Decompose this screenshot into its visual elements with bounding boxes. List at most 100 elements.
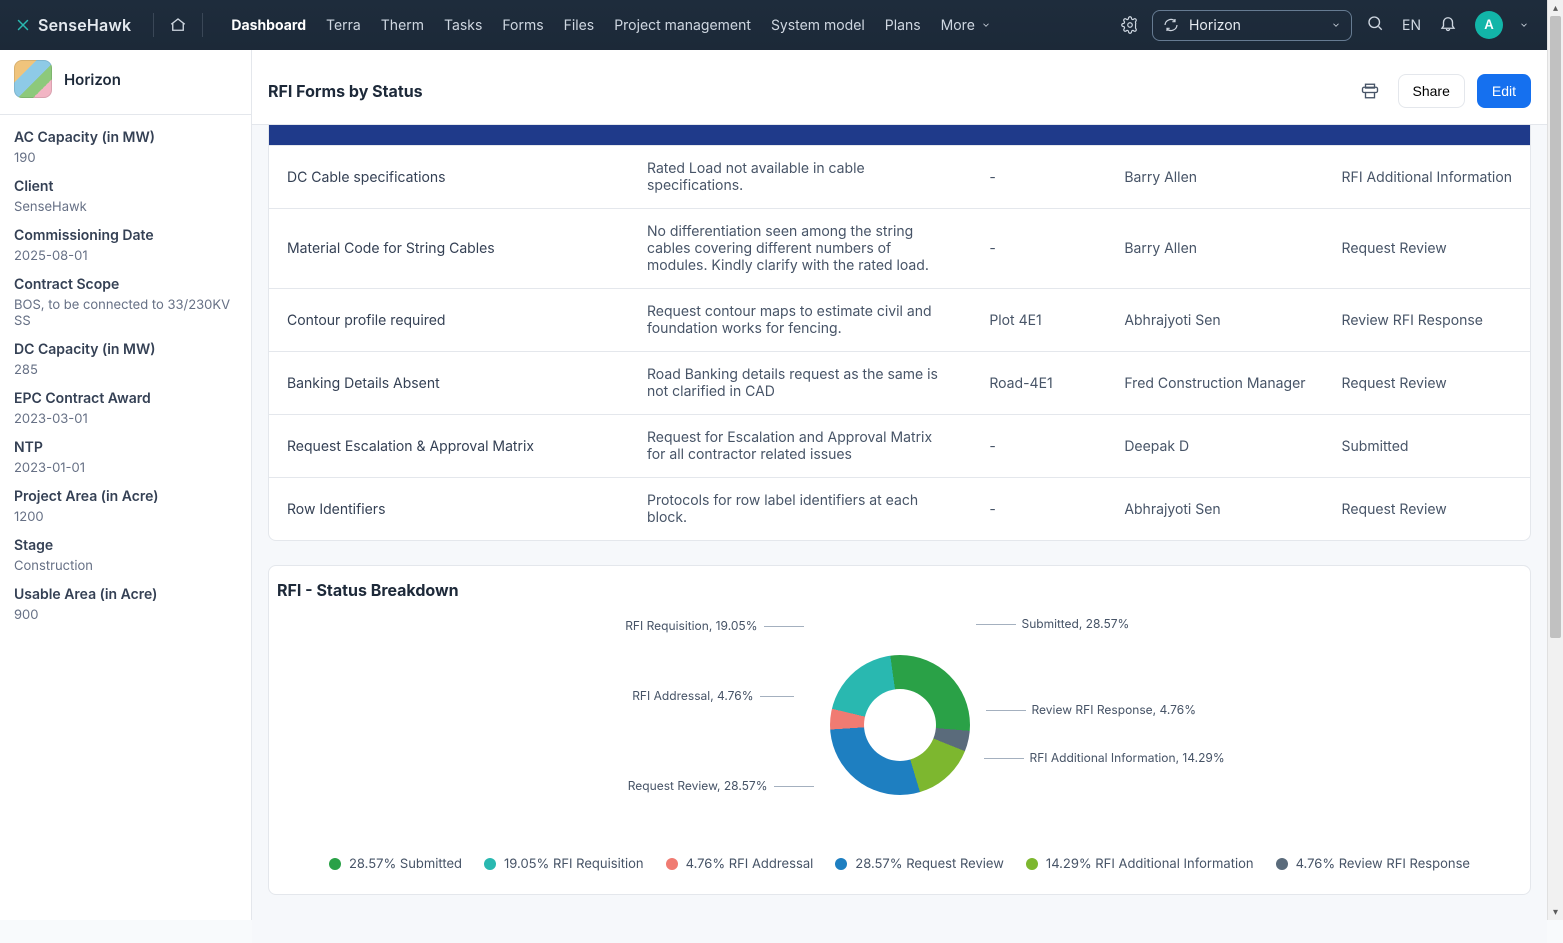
legend-swatch (1276, 858, 1288, 870)
cell-title: Request Escalation & Approval Matrix (269, 415, 629, 478)
nav-link-dashboard[interactable]: Dashboard (231, 17, 306, 34)
search-button[interactable] (1366, 14, 1384, 36)
settings-button[interactable] (1116, 16, 1144, 34)
gear-icon (1121, 16, 1139, 34)
nav-link-therm[interactable]: Therm (381, 17, 424, 34)
legend-item: 28.57% Request Review (835, 856, 1004, 872)
cell-assignee: Barry Allen (1106, 146, 1323, 209)
nav-links: Dashboard Terra Therm Tasks Forms Files … (231, 17, 991, 34)
scroll-up-icon[interactable]: ▴ (1548, 0, 1563, 16)
cell-loc: - (971, 209, 1106, 289)
meta-label: EPC Contract Award (14, 390, 237, 407)
chart-title: RFI - Status Breakdown (269, 566, 1530, 610)
donut (830, 655, 970, 795)
meta-value: 2025-08-01 (14, 248, 237, 264)
meta-label: NTP (14, 439, 237, 456)
nav-link-plans[interactable]: Plans (885, 17, 921, 34)
nav-link-terra[interactable]: Terra (326, 17, 361, 34)
cell-desc: Request contour maps to estimate civil a… (629, 289, 971, 352)
callout-request-review: Request Review, 28.57% (628, 778, 820, 793)
cell-status: Request Review (1324, 209, 1530, 289)
nav-link-project-management[interactable]: Project management (614, 17, 751, 34)
meta-value: 2023-01-01 (14, 460, 237, 476)
meta-item: ClientSenseHawk (14, 178, 237, 215)
cell-status: Request Review (1324, 478, 1530, 541)
content: RFI Forms by Status Share Edit DC Cable … (252, 50, 1547, 943)
cell-title: Row Identifiers (269, 478, 629, 541)
nav-link-tasks[interactable]: Tasks (444, 17, 482, 34)
scrollbar-track[interactable] (1548, 16, 1563, 904)
share-button[interactable]: Share (1398, 74, 1465, 108)
nav-more-label: More (941, 17, 975, 34)
nav-link-system-model[interactable]: System model (771, 17, 865, 34)
cell-desc: Road Banking details request as the same… (629, 352, 971, 415)
table-row[interactable]: Material Code for String Cables No diffe… (269, 209, 1530, 289)
printer-icon (1361, 82, 1379, 100)
table-row[interactable]: DC Cable specifications Rated Load not a… (269, 146, 1530, 209)
callout-rfi-requisition: RFI Requisition, 19.05% (625, 618, 809, 633)
legend-label: 14.29% RFI Additional Information (1046, 856, 1254, 872)
meta-item: Commissioning Date 2025-08-01 (14, 227, 237, 264)
table-row[interactable]: Contour profile required Request contour… (269, 289, 1530, 352)
legend-label: 4.76% Review RFI Response (1296, 856, 1470, 872)
callout-review-rfi-response: Review RFI Response, 4.76% (980, 702, 1196, 717)
nav-divider (153, 13, 154, 37)
cell-assignee: Abhrajyoti Sen (1106, 478, 1323, 541)
cell-loc: - (971, 415, 1106, 478)
cell-assignee: Fred Construction Manager (1106, 352, 1323, 415)
meta-label: Usable Area (in Acre) (14, 586, 237, 603)
callout-submitted: Submitted, 28.57% (970, 616, 1130, 631)
meta-label: Client (14, 178, 237, 195)
sidebar-project-title: Horizon (64, 70, 121, 89)
legend-item: 4.76% Review RFI Response (1276, 856, 1470, 872)
cell-status: Review RFI Response (1324, 289, 1530, 352)
legend-swatch (329, 858, 341, 870)
meta-label: Project Area (in Acre) (14, 488, 237, 505)
table-row[interactable]: Banking Details Absent Road Banking deta… (269, 352, 1530, 415)
rfi-status-breakdown-card: RFI - Status Breakdown RFI Requisition, … (268, 565, 1531, 895)
scrollbar-thumb[interactable] (1550, 16, 1561, 638)
page-header: RFI Forms by Status Share Edit (252, 50, 1547, 125)
brand-logo[interactable]: SenseHawk (14, 15, 131, 35)
meta-item: EPC Contract Award2023-03-01 (14, 390, 237, 427)
page-scrollbar[interactable]: ▴ ▾ (1547, 0, 1563, 920)
cell-desc: Rated Load not available in cable specif… (629, 146, 971, 209)
nav-link-files[interactable]: Files (564, 17, 595, 34)
table-row[interactable]: Request Escalation & Approval Matrix Req… (269, 415, 1530, 478)
meta-value: 190 (14, 150, 237, 166)
notifications-button[interactable] (1439, 14, 1457, 36)
scope-icon (1163, 17, 1179, 33)
legend-label: 28.57% Request Review (855, 856, 1004, 872)
legend-item: 14.29% RFI Additional Information (1026, 856, 1254, 872)
print-button[interactable] (1354, 75, 1386, 107)
meta-value: 900 (14, 607, 237, 623)
bell-icon (1439, 14, 1457, 32)
meta-item: Project Area (in Acre)1200 (14, 488, 237, 525)
project-picker[interactable]: Horizon (1152, 10, 1352, 41)
meta-label: Commissioning Date (14, 227, 237, 244)
legend-label: 28.57% Submitted (349, 856, 462, 872)
legend-item: 28.57% Submitted (329, 856, 462, 872)
legend-swatch (484, 858, 496, 870)
nav-link-forms[interactable]: Forms (502, 17, 543, 34)
chevron-down-icon[interactable] (1519, 20, 1529, 30)
sidebar-project[interactable]: Horizon (0, 50, 251, 108)
user-avatar[interactable]: A (1475, 11, 1503, 39)
cell-loc: - (971, 146, 1106, 209)
donut-legend: 28.57% Submitted 19.05% RFI Requisition … (269, 840, 1530, 894)
cell-title: Contour profile required (269, 289, 629, 352)
nav-link-more[interactable]: More (941, 17, 991, 34)
edit-button[interactable]: Edit (1477, 74, 1531, 108)
cell-title: DC Cable specifications (269, 146, 629, 209)
callout-rfi-additional-info: RFI Additional Information, 14.29% (978, 750, 1225, 765)
meta-item: Contract ScopeBOS, to be connected to 33… (14, 276, 237, 329)
legend-item: 4.76% RFI Addressal (666, 856, 814, 872)
sidebar: Horizon AC Capacity (in MW)190 ClientSen… (0, 50, 252, 920)
language-switcher[interactable]: EN (1402, 17, 1421, 34)
scroll-down-icon[interactable]: ▾ (1548, 904, 1563, 920)
table-row[interactable]: Row Identifiers Protocols for row label … (269, 478, 1530, 541)
rfi-table: DC Cable specifications Rated Load not a… (269, 145, 1530, 540)
nav-divider-2 (202, 13, 203, 37)
meta-label: Contract Scope (14, 276, 237, 293)
home-button[interactable] (166, 13, 190, 37)
